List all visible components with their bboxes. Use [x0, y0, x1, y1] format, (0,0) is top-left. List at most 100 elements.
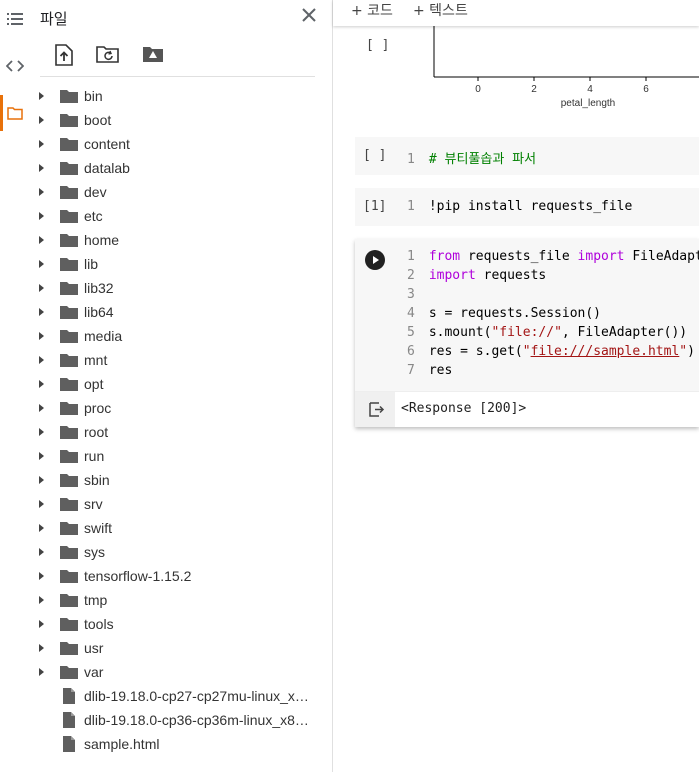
folder-row[interactable]: tools — [30, 612, 332, 636]
output-gutter — [355, 392, 395, 427]
expand-arrow-icon[interactable] — [39, 380, 44, 388]
file-row[interactable]: dlib-19.18.0-cp36-cp36m-linux_x86... — [30, 708, 332, 732]
folder-row[interactable]: content — [30, 132, 332, 156]
file-tree: bin boot content datalab dev etc home lib lib32 l… — [30, 84, 332, 756]
expand-arrow-icon[interactable] — [39, 428, 44, 436]
expand-arrow-icon[interactable] — [39, 620, 44, 628]
expand-arrow-icon[interactable] — [39, 284, 44, 292]
expand-arrow-icon[interactable] — [39, 188, 44, 196]
folder-row[interactable]: etc — [30, 204, 332, 228]
expand-arrow-icon[interactable] — [39, 356, 44, 364]
folder-row[interactable]: lib64 — [30, 300, 332, 324]
drive-icon[interactable] — [142, 44, 166, 68]
folder-row[interactable]: root — [30, 420, 332, 444]
line-number: 5 — [407, 325, 415, 340]
code-line[interactable]: 6 res = s.get("file:///sample.html") — [407, 344, 695, 363]
expand-arrow-icon[interactable] — [39, 572, 44, 580]
add-text-button[interactable]: + 텍스트 — [413, 0, 468, 20]
expand-arrow-icon[interactable] — [39, 260, 44, 268]
folder-icon[interactable] — [6, 104, 24, 122]
expand-arrow-icon[interactable] — [39, 548, 44, 556]
expand-arrow-icon[interactable] — [39, 332, 44, 340]
code-line[interactable]: 5 s.mount("file://", FileAdapter()) — [407, 325, 687, 344]
expand-arrow-icon[interactable] — [39, 452, 44, 460]
file-label: dlib-19.18.0-cp27-cp27mu-linux_x8... — [84, 688, 314, 704]
folder-row[interactable]: lib — [30, 252, 332, 276]
folder-row[interactable]: media — [30, 324, 332, 348]
folder-row[interactable]: opt — [30, 372, 332, 396]
folder-icon — [60, 184, 78, 200]
run-cell-button[interactable] — [365, 250, 385, 270]
folder-row[interactable]: dev — [30, 180, 332, 204]
code-cell[interactable]: [ ] 1 # 뷰티풀솝과 파서 — [355, 137, 699, 175]
code-text: !pip install requests_file — [428, 199, 633, 214]
folder-label: tensorflow-1.15.2 — [84, 568, 192, 584]
expand-arrow-icon[interactable] — [39, 500, 44, 508]
expand-arrow-icon[interactable] — [39, 92, 44, 100]
active-code-cell[interactable]: 1 from requests_file import FileAdapter2… — [355, 239, 699, 427]
folder-row[interactable]: datalab — [30, 156, 332, 180]
list-icon[interactable] — [6, 10, 24, 28]
folder-row[interactable]: sys — [30, 540, 332, 564]
folder-icon — [60, 304, 78, 320]
folder-row[interactable]: lib32 — [30, 276, 332, 300]
code-icon[interactable] — [6, 57, 24, 75]
code-line[interactable]: 1 from requests_file import FileAdapter — [407, 249, 699, 268]
expand-arrow-icon[interactable] — [39, 140, 44, 148]
code-line[interactable]: 3 — [407, 287, 429, 306]
folder-row[interactable]: swift — [30, 516, 332, 540]
expand-arrow-icon[interactable] — [39, 236, 44, 244]
folder-row[interactable]: usr — [30, 636, 332, 660]
folder-label: usr — [84, 640, 104, 656]
expand-arrow-icon[interactable] — [39, 404, 44, 412]
line-number: 1 — [407, 152, 415, 167]
folder-row[interactable]: mnt — [30, 348, 332, 372]
code-cell[interactable]: [1] 1 !pip install requests_file — [355, 188, 699, 226]
folder-label: content — [84, 136, 130, 152]
folder-icon — [60, 376, 78, 392]
code-text: res — [421, 363, 453, 378]
folder-row[interactable]: sbin — [30, 468, 332, 492]
folder-row[interactable]: tensorflow-1.15.2 — [30, 564, 332, 588]
folder-row[interactable]: boot — [30, 108, 332, 132]
folder-icon — [60, 520, 78, 536]
folder-icon — [60, 136, 78, 152]
add-code-button[interactable]: + 코드 — [351, 0, 393, 20]
expand-arrow-icon[interactable] — [39, 308, 44, 316]
code-line[interactable]: 7 res — [407, 363, 452, 382]
expand-arrow-icon[interactable] — [39, 524, 44, 532]
folder-icon — [60, 160, 78, 176]
refresh-folder-icon[interactable] — [96, 44, 120, 68]
code-line[interactable]: 4 s = requests.Session() — [407, 306, 601, 325]
folder-row[interactable]: srv — [30, 492, 332, 516]
folder-row[interactable]: run — [30, 444, 332, 468]
folder-row[interactable]: home — [30, 228, 332, 252]
expand-arrow-icon[interactable] — [39, 644, 44, 652]
expand-arrow-icon[interactable] — [39, 116, 44, 124]
folder-label: sys — [84, 544, 105, 560]
expand-arrow-icon[interactable] — [39, 164, 44, 172]
code-line[interactable]: 2 import requests — [407, 268, 546, 287]
close-icon[interactable] — [300, 6, 318, 24]
line-number: 6 — [407, 344, 415, 359]
code-text: from requests_file import FileAdapter — [428, 249, 699, 264]
folder-row[interactable]: proc — [30, 396, 332, 420]
expand-arrow-icon[interactable] — [39, 668, 44, 676]
folder-row[interactable]: tmp — [30, 588, 332, 612]
file-label: dlib-19.18.0-cp36-cp36m-linux_x86... — [84, 712, 314, 728]
expand-arrow-icon[interactable] — [39, 596, 44, 604]
expand-arrow-icon[interactable] — [39, 212, 44, 220]
output-icon[interactable] — [355, 392, 395, 427]
file-label: sample.html — [84, 736, 160, 752]
file-row[interactable]: sample.html — [30, 732, 332, 756]
file-row[interactable]: dlib-19.18.0-cp27-cp27mu-linux_x8... — [30, 684, 332, 708]
code-line[interactable]: 1 # 뷰티풀솝과 파서 — [407, 148, 536, 167]
code-line[interactable]: 1 !pip install requests_file — [407, 199, 632, 218]
upload-file-icon[interactable] — [54, 44, 78, 68]
file-icon — [62, 736, 80, 752]
folder-row[interactable]: var — [30, 660, 332, 684]
expand-arrow-icon[interactable] — [39, 476, 44, 484]
active-indicator — [0, 95, 3, 131]
folder-row[interactable]: bin — [30, 84, 332, 108]
